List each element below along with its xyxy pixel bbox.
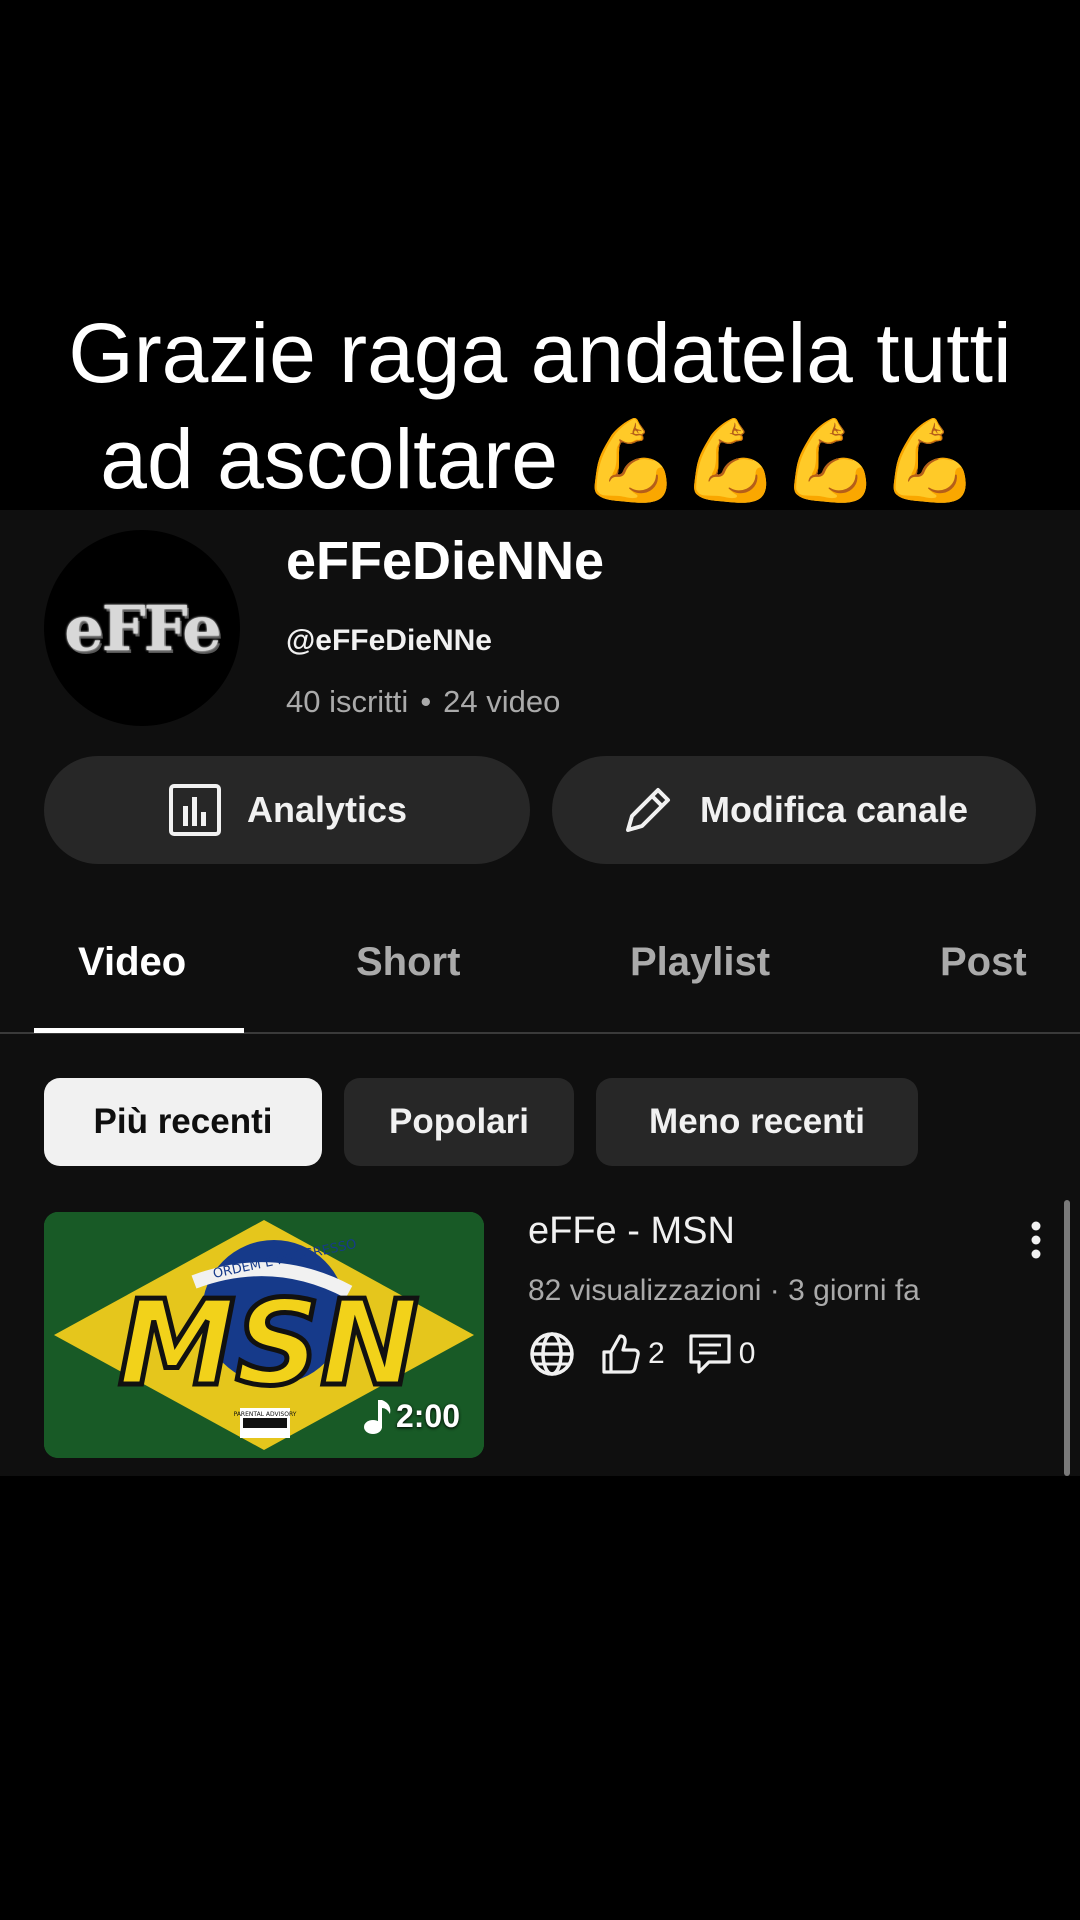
like-count-group: 2 <box>598 1332 665 1376</box>
channel-avatar[interactable]: eFFe <box>44 530 240 726</box>
video-stats-row: 2 0 <box>528 1330 777 1378</box>
thumbs-up-icon <box>602 1334 640 1374</box>
visibility-public <box>528 1330 576 1378</box>
video-meta: 82 visualizzazioni · 3 giorni fa <box>528 1274 920 1307</box>
parental-advisory-badge: PARENTAL ADVISORY <box>234 1411 297 1418</box>
tab-video[interactable]: Video <box>78 940 186 985</box>
channel-screen: eFFe eFFeDieNNe @eFFeDieNNe 40 iscritti •… <box>0 510 1080 1476</box>
comment-count: 0 <box>738 1337 756 1370</box>
duration-badge: 2:00 <box>362 1396 460 1436</box>
video-thumbnail[interactable]: ORDEM E PROGRESSO MSN PARENTAL ADVISORY … <box>44 1212 484 1458</box>
video-caption: Grazie raga andatela tutti ad ascoltare … <box>0 300 1080 514</box>
thumbnail-title-text: MSN <box>118 1274 419 1412</box>
channel-handle: @eFFeDieNNe <box>286 624 492 657</box>
subscriber-count: 40 iscritti <box>286 684 409 719</box>
video-title[interactable]: eFFe - MSN <box>528 1210 735 1253</box>
caption-line-2-text: ad ascoltare <box>100 412 558 506</box>
flexed-biceps-emoji: 💪💪💪💪 <box>581 416 980 505</box>
scrollbar[interactable] <box>1064 1200 1070 1476</box>
stats-separator: • <box>420 684 432 719</box>
filter-chip-oldest[interactable]: Meno recenti <box>596 1078 918 1166</box>
analytics-button[interactable]: Analytics <box>44 756 530 864</box>
edit-channel-button[interactable]: Modifica canale <box>552 756 1036 864</box>
caption-line-1: Grazie raga andatela tutti <box>68 306 1012 400</box>
tab-post[interactable]: Post <box>940 940 1027 985</box>
filter-chip-popular[interactable]: Popolari <box>344 1078 574 1166</box>
tab-short[interactable]: Short <box>356 940 460 985</box>
channel-stats: 40 iscritti • 24 video <box>286 684 560 720</box>
comment-icon <box>689 1334 731 1374</box>
channel-name: eFFeDieNNe <box>286 531 605 591</box>
caption-line-2: ad ascoltare 💪💪💪💪 <box>0 406 1080 514</box>
edit-channel-label: Modifica canale <box>699 789 969 830</box>
globe-icon <box>530 1332 574 1376</box>
tab-playlist[interactable]: Playlist <box>630 940 770 985</box>
comment-count-group: 0 <box>687 1332 756 1376</box>
video-count: 24 video <box>443 684 561 719</box>
bar-chart-icon <box>168 784 221 836</box>
channel-tabs: Video Short Playlist Post <box>0 940 1080 1034</box>
more-options-icon[interactable] <box>1026 1218 1046 1267</box>
like-count: 2 <box>648 1337 665 1370</box>
video-duration: 2:00 <box>395 1397 460 1434</box>
avatar-logo-text: eFFe <box>64 591 222 665</box>
filter-chip-recent[interactable]: Più recenti <box>44 1078 322 1166</box>
pencil-icon <box>625 788 670 832</box>
music-note-icon <box>363 1400 391 1434</box>
active-tab-indicator <box>34 1028 244 1033</box>
analytics-label: Analytics <box>246 789 408 830</box>
